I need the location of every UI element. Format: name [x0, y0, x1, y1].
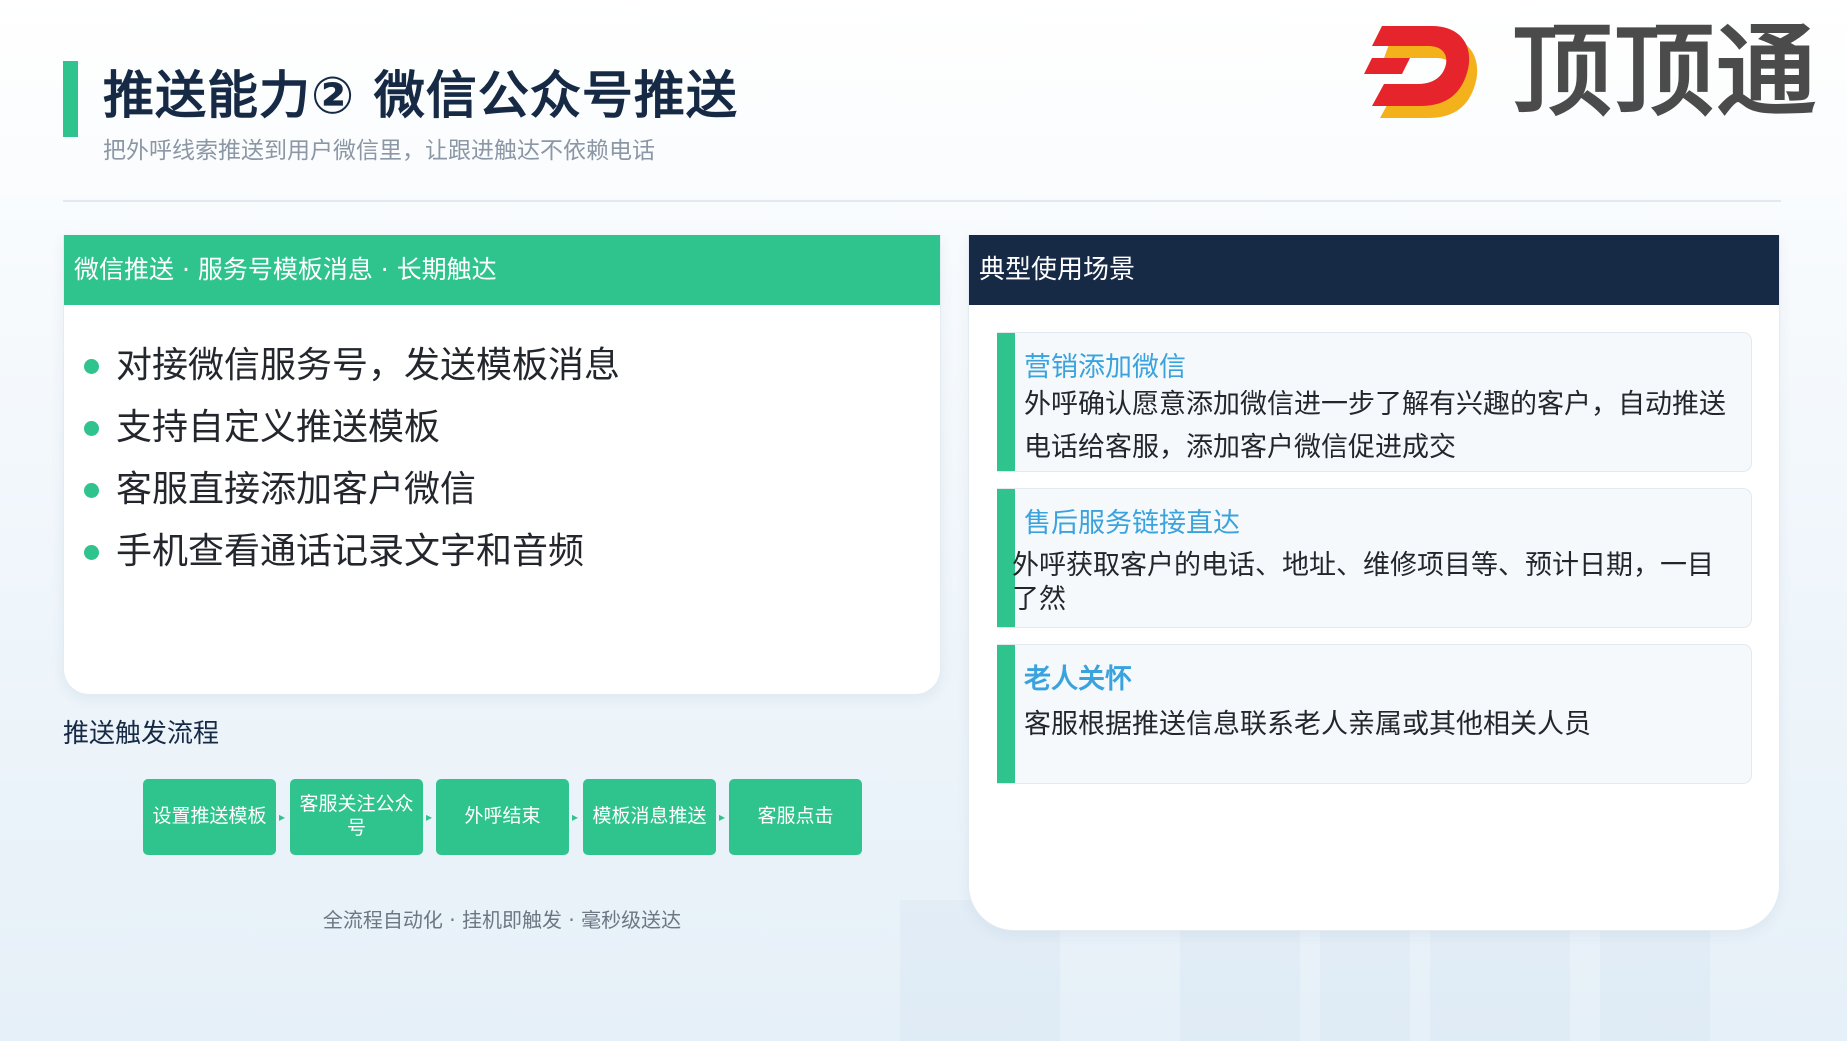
scenarios-card: 典型使用场景 营销添加微信 外呼确认愿意添加微信进一步了解有兴趣的客户，自动推送… [968, 235, 1780, 931]
scenarios-card-header: 典型使用场景 [969, 235, 1779, 305]
page-title: 推送能力② 微信公众号推送 [103, 67, 738, 126]
scenario-item: 售后服务链接直达 外呼获取客户的电话、地址、维修项目等、预计日期，一目了然 [997, 488, 1752, 628]
feature-text: 对接微信服务号，发送模板消息 [116, 345, 621, 386]
list-item: 对接微信服务号，发送模板消息 [84, 335, 620, 397]
bullet-icon [84, 359, 99, 374]
feature-text: 手机查看通话记录文字和音频 [116, 531, 585, 572]
bullet-icon [84, 545, 99, 560]
header-divider [63, 200, 1781, 202]
bullet-icon [84, 483, 99, 498]
title-accent-bar [63, 61, 78, 137]
flow-step: 客服关注公众号 [290, 779, 423, 855]
scenario-title: 营销添加微信 [1024, 352, 1186, 383]
scenario-description: 客服根据推送信息联系老人亲属或其他相关人员 [1024, 709, 1591, 740]
flow-step: 设置推送模板 [143, 779, 276, 855]
bullet-icon [84, 421, 99, 436]
flow-step: 外呼结束 [436, 779, 569, 855]
features-card-header: 微信推送 · 服务号模板消息 · 长期触达 [64, 235, 940, 305]
scenario-title: 售后服务链接直达 [1024, 508, 1240, 539]
list-item: 客服直接添加客户微信 [84, 459, 620, 521]
scenario-accent-bar [997, 333, 1015, 471]
scenario-description: 外呼确认愿意添加微信进一步了解有兴趣的客户，自动推送电话给客服，添加客户微信促进… [1024, 389, 1726, 463]
feature-text: 客服直接添加客户微信 [116, 469, 477, 510]
scenario-item: 营销添加微信 外呼确认愿意添加微信进一步了解有兴趣的客户，自动推送电话给客服，添… [997, 332, 1752, 472]
flow-title: 推送触发流程 [63, 719, 220, 749]
scenario-description: 外呼获取客户的电话、地址、维修项目等、预计日期，一目了然 [1012, 550, 1714, 615]
flow-step: 客服点击 [729, 779, 862, 855]
scenario-title: 老人关怀 [1024, 664, 1132, 695]
list-item: 手机查看通话记录文字和音频 [84, 521, 620, 583]
flow-note: 全流程自动化 · 挂机即触发 · 毫秒级送达 [322, 908, 682, 932]
scenario-item: 老人关怀 客服根据推送信息联系老人亲属或其他相关人员 [997, 644, 1752, 784]
feature-list: 对接微信服务号，发送模板消息 支持自定义推送模板 客服直接添加客户微信 手机查看… [84, 335, 620, 583]
scenario-accent-bar [997, 645, 1015, 783]
flow-step: 模板消息推送 [583, 779, 716, 855]
brand-logo: 顶顶通 [1362, 18, 1832, 128]
list-item: 支持自定义推送模板 [84, 397, 620, 459]
page-subtitle: 把外呼线索推送到用户微信里，让跟进触达不依赖电话 [103, 138, 655, 164]
dingdingtong-logo-icon [1364, 26, 1478, 118]
features-card: 微信推送 · 服务号模板消息 · 长期触达 对接微信服务号，发送模板消息 支持自… [63, 235, 941, 695]
logo-text: 顶顶通 [1512, 13, 1818, 130]
feature-text: 支持自定义推送模板 [116, 407, 441, 448]
